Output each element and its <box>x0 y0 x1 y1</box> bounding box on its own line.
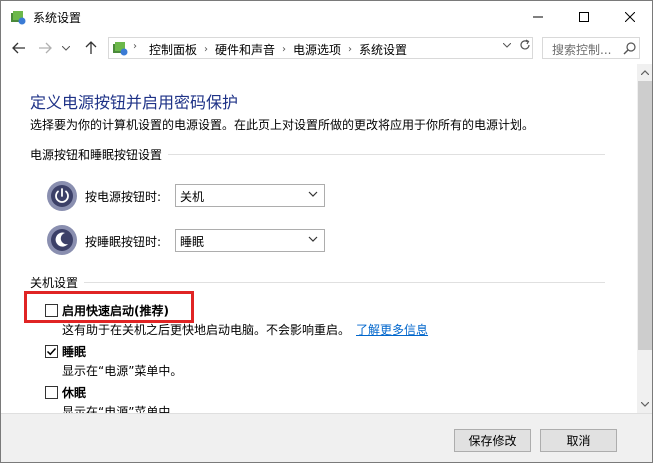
search-placeholder: 搜索控制... <box>552 43 612 57</box>
section-divider <box>30 282 605 283</box>
page-description: 选择要为你的计算机设置的电源设置。在此页上对设置所做的更改将应用于你所有的电源计… <box>30 118 535 132</box>
sleep-checkbox[interactable] <box>45 345 58 358</box>
system-settings-window: 系统设置 › 控制面板 › 硬件和声音 › 电源选项 › 系统设置 搜索控制..… <box>0 0 653 463</box>
breadcrumb-item[interactable]: 硬件和声音 <box>215 41 275 58</box>
breadcrumb-separator-icon[interactable]: › <box>282 44 286 55</box>
search-icon[interactable] <box>623 41 637 55</box>
chevron-down-icon <box>308 236 318 242</box>
breadcrumb-separator-icon[interactable]: › <box>204 44 208 55</box>
checkmark-icon <box>46 347 57 356</box>
sleep-button-action-select[interactable]: 睡眠 <box>175 229 325 252</box>
power-options-app-icon <box>11 11 26 25</box>
maximize-icon <box>579 11 589 22</box>
learn-more-link[interactable]: 了解更多信息 <box>356 323 428 337</box>
navigation-bar: › 控制面板 › 硬件和声音 › 电源选项 › 系统设置 搜索控制... <box>1 32 652 64</box>
content-pane: 定义电源按钮并启用密码保护 选择要为你的计算机设置的电源设置。在此页上对设置所做… <box>1 64 637 413</box>
sleep-button-label: 按睡眠按钮时: <box>85 235 162 249</box>
breadcrumb-separator-icon[interactable]: › <box>348 44 352 55</box>
power-button-action-select[interactable]: 关机 <box>175 184 325 207</box>
hibernate-option-label[interactable]: 休眠 <box>62 384 86 401</box>
chevron-down-icon <box>308 191 318 197</box>
scrollbar-thumb[interactable] <box>638 81 652 350</box>
breadcrumb-item[interactable]: 电源选项 <box>293 41 341 58</box>
window-title: 系统设置 <box>33 11 82 25</box>
breadcrumb-root-chevron-icon[interactable]: › <box>133 41 137 52</box>
address-history-button[interactable] <box>501 41 513 51</box>
address-bar[interactable]: › 控制面板 › 硬件和声音 › 电源选项 › 系统设置 <box>108 37 533 59</box>
recent-locations-button[interactable] <box>59 38 73 58</box>
sleep-option-description: 显示在“电源”菜单中。 <box>62 364 183 378</box>
hibernate-option-description: 显示在“电源”菜单中。 <box>62 405 183 413</box>
refresh-button[interactable] <box>517 39 533 55</box>
save-changes-button[interactable]: 保存修改 <box>454 429 531 452</box>
power-button-label: 按电源按钮时: <box>85 190 162 204</box>
up-button[interactable] <box>81 38 101 58</box>
shutdown-section-title: 关机设置 <box>30 274 85 291</box>
forward-arrow-icon <box>39 42 52 54</box>
chevron-down-icon <box>62 45 70 51</box>
chevron-up-icon <box>641 70 649 75</box>
control-panel-icon <box>113 42 128 56</box>
close-button[interactable] <box>607 1 652 32</box>
breadcrumb: 控制面板 › 硬件和声音 › 电源选项 › 系统设置 <box>149 41 407 58</box>
refresh-icon <box>520 39 530 50</box>
vertical-scrollbar[interactable] <box>637 64 652 413</box>
fast-startup-highlight-box <box>24 291 194 323</box>
maximize-button[interactable] <box>561 1 607 32</box>
select-value: 关机 <box>180 190 205 204</box>
sleep-option-label[interactable]: 睡眠 <box>62 343 86 360</box>
breadcrumb-item[interactable]: 系统设置 <box>359 41 407 58</box>
sleep-button-icon <box>47 225 77 255</box>
close-icon <box>625 11 635 22</box>
search-input[interactable]: 搜索控制... <box>542 37 640 59</box>
up-arrow-icon <box>85 41 97 54</box>
back-button[interactable] <box>9 38 29 58</box>
title-bar[interactable]: 系统设置 <box>1 1 652 32</box>
power-buttons-section-title: 电源按钮和睡眠按钮设置 <box>30 146 169 163</box>
footer-bar: 保存修改 取消 <box>1 413 652 462</box>
minimize-button[interactable] <box>515 1 561 32</box>
select-value: 睡眠 <box>180 235 205 249</box>
scroll-down-button[interactable] <box>637 396 652 413</box>
fast-startup-description: 这有助于在关机之后更快地启动电脑。不会影响重启。 了解更多信息 <box>62 321 428 338</box>
breadcrumb-item[interactable]: 控制面板 <box>149 41 197 58</box>
hibernate-checkbox[interactable] <box>45 386 58 399</box>
power-button-icon <box>47 181 77 211</box>
minimize-icon <box>533 16 543 17</box>
cancel-button[interactable]: 取消 <box>540 429 617 452</box>
fast-startup-description-text: 这有助于在关机之后更快地启动电脑。不会影响重启。 <box>62 323 351 337</box>
chevron-down-icon <box>502 42 512 48</box>
forward-button[interactable] <box>35 38 55 58</box>
scroll-up-button[interactable] <box>637 64 652 81</box>
chevron-down-icon <box>641 402 649 407</box>
back-arrow-icon <box>12 42 25 54</box>
page-title: 定义电源按钮并启用密码保护 <box>30 93 239 112</box>
